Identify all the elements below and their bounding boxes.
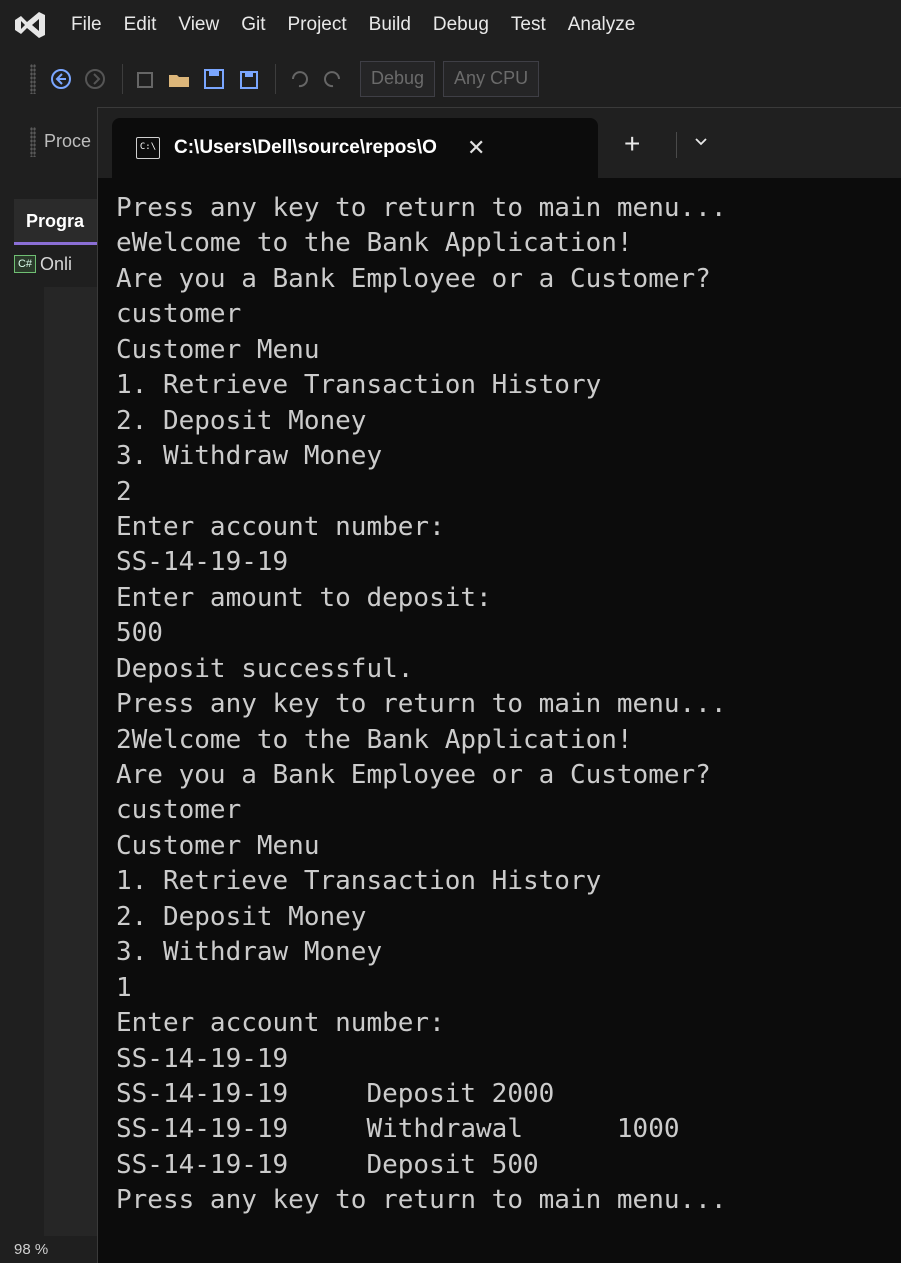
toolbar-grip[interactable] <box>30 63 36 94</box>
menu-build[interactable]: Build <box>358 0 422 50</box>
menu-bar: File Edit View Git Project Build Debug T… <box>0 0 901 50</box>
redo-icon[interactable] <box>318 64 348 94</box>
console-line: Deposit successful. <box>116 653 414 684</box>
visual-studio-logo-icon[interactable] <box>0 0 60 50</box>
console-line: customer <box>116 299 242 330</box>
file-label: Onli <box>40 253 73 274</box>
console-line: 1 <box>116 972 132 1003</box>
new-item-icon[interactable] <box>131 64 161 94</box>
save-icon[interactable] <box>199 64 229 94</box>
console-line: 2. Deposit Money <box>116 901 367 932</box>
console-line: Press any key to return to main menu... <box>116 689 727 720</box>
menu-view[interactable]: View <box>167 0 230 50</box>
console-line: Enter amount to deposit: <box>116 582 492 613</box>
terminal-window: C:\ C:\Users\Dell\source\repos\O ✕ + Pre… <box>97 107 901 1263</box>
console-line: Are you a Bank Employee or a Customer? <box>116 760 711 790</box>
terminal-tab-title: C:\Users\Dell\source\repos\O <box>174 137 437 158</box>
menu-analyze[interactable]: Analyze <box>557 0 647 50</box>
navigate-forward-icon[interactable] <box>80 64 110 94</box>
screen: File Edit View Git Project Build Debug T… <box>0 0 901 1263</box>
command-prompt-icon: C:\ <box>136 137 160 159</box>
console-line: customer <box>116 795 242 826</box>
editor-gutter <box>44 287 100 1242</box>
console-line: Customer Menu <box>116 830 320 861</box>
program-panel: Progra C# Onli <box>0 177 100 1263</box>
console-line: Enter account number: <box>116 1008 445 1039</box>
standard-toolbar: Debug Any CPU <box>0 50 901 107</box>
console-line: SS-14-19-19 Deposit 2000 <box>116 1078 555 1109</box>
console-line: Customer Menu <box>116 334 320 365</box>
open-folder-icon[interactable] <box>165 64 195 94</box>
solution-platform-combo[interactable]: Any CPU <box>443 60 540 97</box>
console-line: Are you a Bank Employee or a Customer? <box>116 263 711 294</box>
tab-divider <box>676 132 677 158</box>
zoom-level[interactable]: 98 % <box>0 1236 100 1263</box>
toolbar-grip[interactable] <box>30 127 36 157</box>
console-line: SS-14-19-19 Deposit 500 <box>116 1149 539 1180</box>
menu-test[interactable]: Test <box>500 0 557 50</box>
new-tab-icon[interactable]: + <box>624 130 640 158</box>
menu-debug[interactable]: Debug <box>422 0 500 50</box>
file-selector[interactable]: C# Onli <box>14 249 72 279</box>
console-line: Enter account number: <box>116 511 445 542</box>
console-line: 2. Deposit Money <box>116 405 367 436</box>
console-line: 2Welcome to the Bank Application! <box>116 724 633 755</box>
close-tab-icon[interactable]: ✕ <box>467 135 485 161</box>
console-line: 2 <box>116 476 132 507</box>
menu-file[interactable]: File <box>60 0 113 50</box>
process-label: Proce <box>44 131 92 151</box>
console-line: Press any key to return to main menu... <box>116 193 727 223</box>
console-line: 3. Withdraw Money <box>116 441 383 472</box>
console-line: Press any key to return to main menu... <box>116 1185 727 1216</box>
save-all-icon[interactable] <box>233 64 263 94</box>
terminal-tab-bar: C:\ C:\Users\Dell\source\repos\O ✕ + <box>98 108 901 178</box>
chevron-down-icon[interactable] <box>694 134 708 153</box>
toolbar-separator <box>122 63 123 94</box>
undo-icon[interactable] <box>284 64 314 94</box>
console-line: eWelcome to the Bank Application! <box>116 228 633 259</box>
menu-edit[interactable]: Edit <box>113 0 168 50</box>
console-line: SS-14-19-19 <box>116 1043 289 1074</box>
console-line: 3. Withdraw Money <box>116 937 383 968</box>
terminal-tab[interactable]: C:\ C:\Users\Dell\source\repos\O ✕ <box>112 118 598 178</box>
console-line: SS-14-19-19 Withdrawal 1000 <box>116 1114 680 1145</box>
console-line: 1. Retrieve Transaction History <box>116 866 602 897</box>
navigate-back-icon[interactable] <box>46 64 76 94</box>
console-line: 500 <box>116 618 163 649</box>
toolbar-separator <box>275 63 276 94</box>
console-line: SS-14-19-19 <box>116 547 289 578</box>
solution-configuration-combo[interactable]: Debug <box>360 60 436 97</box>
menu-project[interactable]: Project <box>277 0 358 50</box>
program-tab[interactable]: Progra <box>14 199 100 245</box>
menu-git[interactable]: Git <box>230 0 276 50</box>
console-line: 1. Retrieve Transaction History <box>116 370 602 401</box>
csharp-file-icon: C# <box>14 255 36 273</box>
console-output[interactable]: Press any key to return to main menu... e… <box>116 191 901 1219</box>
